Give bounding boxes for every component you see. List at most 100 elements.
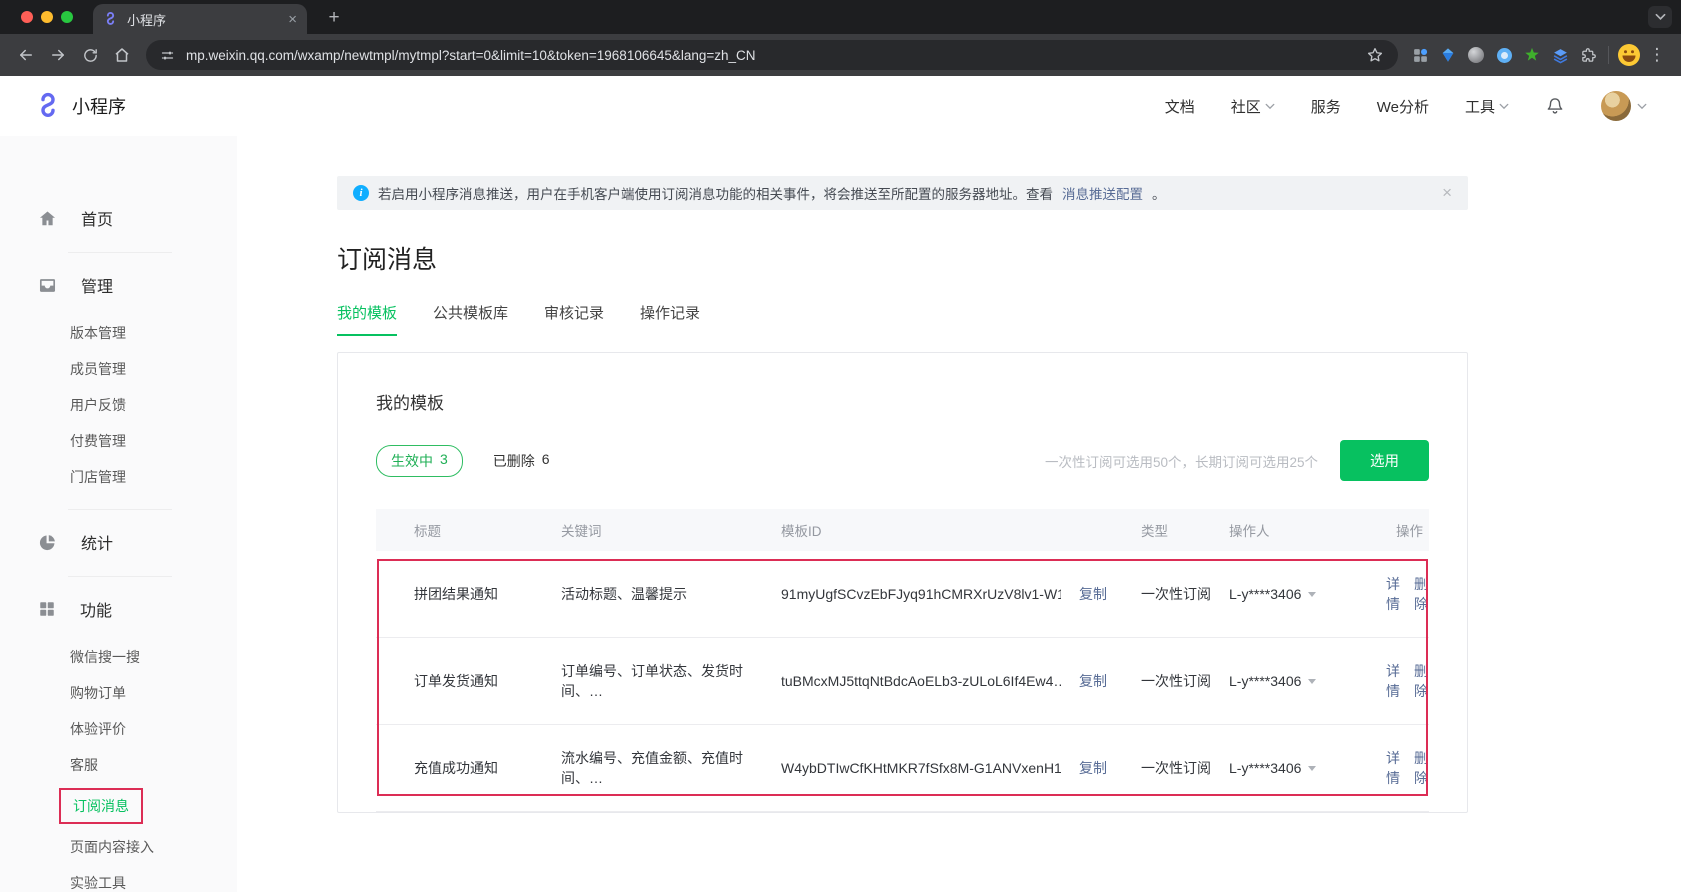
copy-link[interactable]: 复制: [1079, 671, 1107, 691]
notification-bell-button[interactable]: [1545, 96, 1565, 116]
table-row: 充值成功通知 流水编号、充值金额、充值时间、… W4ybDTIwCfKHtMKR…: [376, 725, 1429, 812]
sidebar-item-page-content[interactable]: 页面内容接入: [0, 829, 237, 865]
nav-tools[interactable]: 工具: [1465, 96, 1509, 117]
miniprogram-brand[interactable]: 小程序: [34, 91, 126, 121]
template-type: 一次性订阅: [1141, 758, 1229, 778]
back-button[interactable]: [10, 39, 42, 71]
nav-services[interactable]: 服务: [1311, 96, 1341, 117]
template-title: 订单发货通知: [376, 671, 561, 691]
template-title: 拼团结果通知: [376, 584, 561, 604]
account-menu[interactable]: [1601, 91, 1647, 121]
filter-row: 生效中3 已删除6 一次性订阅可选用50个，长期订阅可选用25个 选用: [376, 440, 1429, 481]
url-bar[interactable]: mp.weixin.qq.com/wxamp/newtmpl/mytmpl?st…: [146, 40, 1398, 70]
nav-we-analytics[interactable]: We分析: [1377, 96, 1429, 117]
copy-link[interactable]: 复制: [1079, 758, 1107, 778]
sidebar-item-experiment-tools[interactable]: 实验工具: [0, 865, 237, 892]
operator-name: L-y****3406: [1229, 760, 1301, 776]
brand-name: 小程序: [72, 93, 126, 119]
url-text[interactable]: mp.weixin.qq.com/wxamp/newtmpl/mytmpl?st…: [186, 48, 1355, 63]
sidebar-item-feedback[interactable]: 用户反馈: [0, 387, 237, 423]
sidebar-section-statistics[interactable]: 统计: [0, 522, 237, 562]
detail-link[interactable]: 详情: [1386, 574, 1400, 614]
sidebar-item-version[interactable]: 版本管理: [0, 315, 237, 351]
nav-docs[interactable]: 文档: [1165, 96, 1195, 117]
template-keywords: 订单编号、订单状态、发货时间、…: [561, 661, 781, 701]
quota-hint: 一次性订阅可选用50个，长期订阅可选用25个: [1045, 451, 1318, 471]
extension-layers-icon[interactable]: [1546, 41, 1574, 69]
template-id: tuBMcxMJ5ttqNtBdcAoELb3-zULoL6If4Ew4…: [781, 673, 1061, 689]
sidebar-item-experience-review[interactable]: 体验评价: [0, 711, 237, 747]
sidebar-divider: [68, 576, 172, 577]
extension-star-icon[interactable]: [1518, 41, 1546, 69]
table-rows: 拼团结果通知 活动标题、温馨提示 91myUgfSCvzEbFJyq91hCMR…: [376, 551, 1429, 812]
tab-search-button[interactable]: [1648, 6, 1672, 28]
col-title: 标题: [376, 520, 561, 540]
delete-link[interactable]: 删除: [1414, 574, 1428, 614]
sidebar-item-shopping-orders[interactable]: 购物订单: [0, 675, 237, 711]
home-button[interactable]: [106, 39, 138, 71]
chevron-down-icon[interactable]: [1308, 592, 1316, 597]
chevron-down-icon[interactable]: [1308, 679, 1316, 684]
filter-deleted[interactable]: 已删除6: [493, 451, 550, 471]
nav-community[interactable]: 社区: [1231, 96, 1275, 117]
maximize-window-button[interactable]: [61, 11, 73, 23]
chevron-down-icon[interactable]: [1308, 766, 1316, 771]
sidebar-section-manage[interactable]: 管理: [0, 265, 237, 305]
tab-operation-records[interactable]: 操作记录: [640, 302, 700, 336]
tab-close-icon[interactable]: ×: [288, 11, 297, 28]
sidebar-section-features[interactable]: 功能: [0, 589, 237, 629]
col-keywords: 关键词: [561, 520, 781, 540]
sidebar-item-customer-service[interactable]: 客服: [0, 747, 237, 783]
banner-text: 若启用小程序消息推送，用户在手机客户端使用订阅消息功能的相关事件，将会推送至所配…: [378, 183, 1053, 203]
detail-link[interactable]: 详情: [1386, 661, 1400, 701]
sidebar-divider: [68, 509, 172, 510]
sidebar-item-members[interactable]: 成员管理: [0, 351, 237, 387]
forward-button[interactable]: [42, 39, 74, 71]
info-banner: i 若启用小程序消息推送，用户在手机客户端使用订阅消息功能的相关事件，将会推送至…: [337, 176, 1468, 210]
extension-gem-icon[interactable]: [1434, 41, 1462, 69]
profile-avatar[interactable]: [1615, 41, 1643, 69]
tab-public-library[interactable]: 公共模板库: [433, 302, 508, 336]
browser-tab[interactable]: 小程序 ×: [93, 4, 307, 34]
browser-window: 小程序 × + mp.weixin.qq.com/wxamp/newtmpl/m…: [0, 0, 1681, 892]
close-window-button[interactable]: [21, 11, 33, 23]
annotation-box: 订阅消息: [59, 788, 143, 824]
page-content: 首页 管理 版本管理 成员管理 用户反馈 付费管理 门店管理 统计: [0, 136, 1681, 892]
copy-link[interactable]: 复制: [1079, 584, 1107, 604]
filter-active-pill[interactable]: 生效中3: [376, 445, 463, 477]
extension-ring-icon[interactable]: [1490, 41, 1518, 69]
template-type: 一次性订阅: [1141, 671, 1229, 691]
minimize-window-button[interactable]: [41, 11, 53, 23]
select-template-button[interactable]: 选用: [1340, 440, 1429, 481]
sidebar-item-stores[interactable]: 门店管理: [0, 459, 237, 495]
content-tabs: 我的模板 公共模板库 审核记录 操作记录: [337, 302, 1468, 336]
chevron-down-icon: [1499, 103, 1509, 110]
table-row: 订单发货通知 订单编号、订单状态、发货时间、… tuBMcxMJ5ttqNtBd…: [376, 638, 1429, 725]
banner-close-icon[interactable]: ×: [1442, 183, 1452, 203]
reload-button[interactable]: [74, 39, 106, 71]
bookmark-star-icon[interactable]: [1366, 46, 1384, 64]
site-info-icon[interactable]: [160, 48, 175, 63]
sidebar-item-wechat-search[interactable]: 微信搜一搜: [0, 639, 237, 675]
sidebar-divider: [68, 252, 172, 253]
main-area: i 若启用小程序消息推送，用户在手机客户端使用订阅消息功能的相关事件，将会推送至…: [237, 136, 1681, 892]
extensions-puzzle-icon[interactable]: [1574, 41, 1602, 69]
chevron-down-icon: [1655, 13, 1666, 21]
templates-table: 标题 关键词 模板ID 类型 操作人 操作 拼团结果通知 活动标题、温馨提示: [376, 509, 1429, 812]
delete-link[interactable]: 删除: [1414, 661, 1428, 701]
extension-globe-icon[interactable]: [1462, 41, 1490, 69]
message-push-config-link[interactable]: 消息推送配置: [1062, 183, 1143, 203]
sidebar-item-home[interactable]: 首页: [0, 198, 237, 238]
my-templates-card: 我的模板 生效中3 已删除6 一次性订阅可选用50个，长期订阅可选用25个 选用…: [337, 352, 1468, 813]
delete-link[interactable]: 删除: [1414, 748, 1428, 788]
new-tab-button[interactable]: +: [321, 7, 347, 29]
browser-menu-button[interactable]: ⋮: [1643, 41, 1671, 69]
extension-grid-icon[interactable]: [1406, 41, 1434, 69]
sidebar-item-subscribe-message-active[interactable]: 订阅消息: [0, 783, 237, 829]
tab-title: 小程序: [127, 10, 288, 29]
tab-review-records[interactable]: 审核记录: [544, 302, 604, 336]
tab-my-templates[interactable]: 我的模板: [337, 302, 397, 336]
sidebar-item-payment[interactable]: 付费管理: [0, 423, 237, 459]
forward-arrow-icon: [49, 46, 67, 64]
detail-link[interactable]: 详情: [1386, 748, 1400, 788]
